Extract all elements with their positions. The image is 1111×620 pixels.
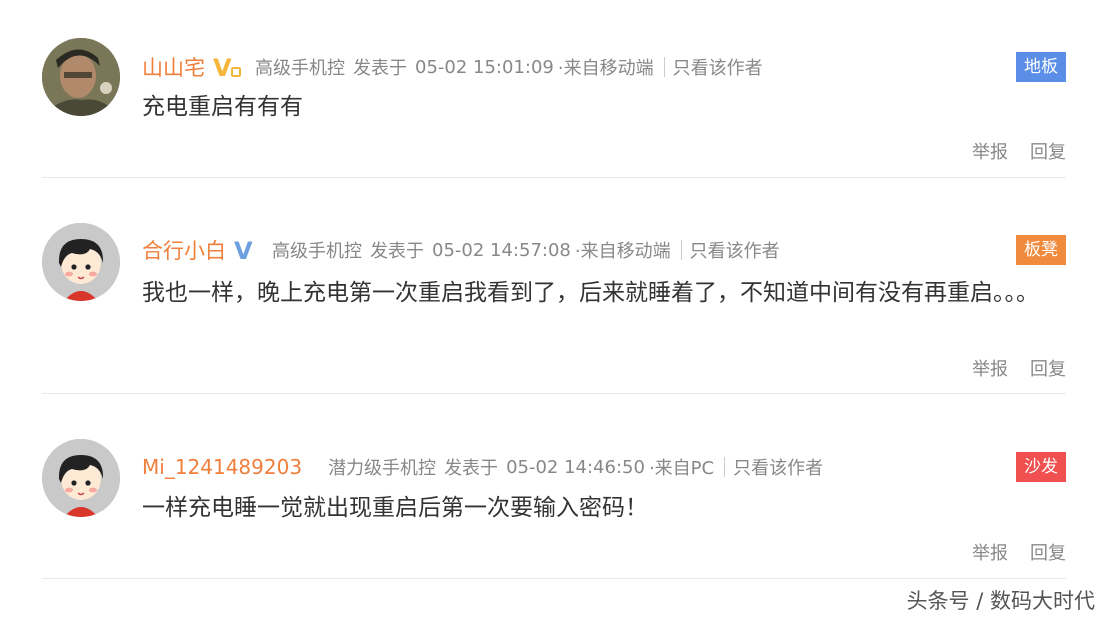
post-source: ·来自移动端 <box>557 58 654 79</box>
svg-text:V: V <box>234 238 253 262</box>
divider <box>724 457 726 477</box>
post-source: ·来自PC <box>648 458 715 479</box>
username[interactable]: 山山宅 <box>142 52 205 82</box>
floor-badge: 地板 <box>1016 52 1066 82</box>
avatar[interactable] <box>42 439 120 517</box>
post-3: Mi_1241489203 潜力级手机控 发表于 05-02 14:46:50 … <box>42 394 1066 579</box>
v-verified-icon: V <box>234 237 260 265</box>
post-content: 充电重启有有有 <box>142 94 303 120</box>
post-content: 我也一样，晚上充电第一次重启我看到了，后来就睡着了，不知道中间有没有再重启。。。 <box>142 280 1039 306</box>
svg-text:V: V <box>213 55 232 79</box>
floor-badge: 沙发 <box>1016 452 1066 482</box>
only-author-link[interactable]: 只看该作者 <box>673 54 763 80</box>
reply-button[interactable]: 回复 <box>1030 138 1066 164</box>
post-time: 05-02 14:46:50 <box>506 456 645 478</box>
posted-label: 发表于 <box>353 58 407 79</box>
username[interactable]: 合行小白 <box>142 235 226 265</box>
post-1: 山山宅 V 高级手机控 发表于 05-02 15:01:09 ·来自移动端 只看… <box>42 0 1066 178</box>
watermark: 头条号 / 数码大时代 <box>906 589 1095 613</box>
user-level: 高级手机控 <box>272 241 362 262</box>
post-time: 05-02 14:57:08 <box>432 239 571 261</box>
report-button[interactable]: 举报 <box>972 138 1008 164</box>
floor-badge: 板凳 <box>1016 235 1066 265</box>
posted-label: 发表于 <box>370 241 424 262</box>
post-2: 合行小白 V 高级手机控 发表于 05-02 14:57:08 ·来自移动端 只… <box>42 178 1066 394</box>
user-level: 潜力级手机控 <box>328 458 437 479</box>
report-button[interactable]: 举报 <box>972 355 1008 381</box>
post-source: ·来自移动端 <box>574 241 671 262</box>
user-level: 高级手机控 <box>255 58 345 79</box>
only-author-link[interactable]: 只看该作者 <box>690 237 780 263</box>
posted-label: 发表于 <box>444 458 499 479</box>
avatar[interactable] <box>42 223 120 301</box>
report-button[interactable]: 举报 <box>972 539 1008 565</box>
avatar[interactable] <box>42 38 120 116</box>
divider <box>680 240 682 260</box>
reply-button[interactable]: 回复 <box>1030 355 1066 381</box>
divider <box>663 57 665 77</box>
reply-button[interactable]: 回复 <box>1030 539 1066 565</box>
post-time: 05-02 15:01:09 <box>415 56 554 78</box>
post-content: 一样充电睡一觉就出现重启后第一次要输入密码！ <box>142 495 648 521</box>
username[interactable]: Mi_1241489203 <box>142 455 302 479</box>
v-vip-icon: V <box>213 54 243 82</box>
only-author-link[interactable]: 只看该作者 <box>733 454 823 480</box>
